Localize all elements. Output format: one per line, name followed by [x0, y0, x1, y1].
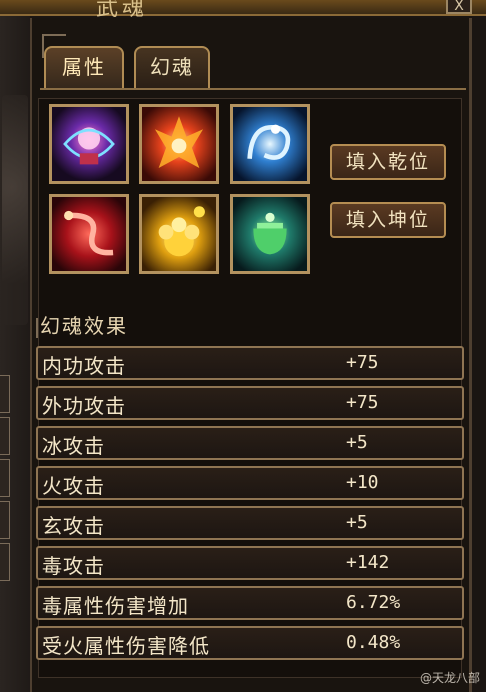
- fill-kun-button[interactable]: 填入坤位: [330, 202, 446, 238]
- hun-slot-5[interactable]: [139, 194, 219, 274]
- side-tab[interactable]: [0, 417, 10, 455]
- effect-name: 玄攻击: [42, 514, 105, 538]
- hun-slot-3[interactable]: [230, 104, 310, 184]
- title-bar: 武魂 X: [0, 0, 486, 21]
- effect-name: 毒属性伤害增加: [42, 594, 189, 618]
- effect-value: +142: [346, 552, 390, 573]
- background-left: [0, 0, 30, 692]
- fill-qian-button[interactable]: 填入乾位: [330, 144, 446, 180]
- flame-crystal-icon: [142, 107, 216, 181]
- effect-name: 冰攻击: [42, 434, 105, 458]
- wuhun-panel: 属性 幻魂 填入乾位 填入坤位 幻魂效果 内功攻击 +75 外功攻击 +75 冰…: [30, 18, 472, 692]
- side-tab[interactable]: [0, 501, 10, 539]
- side-tab[interactable]: [0, 459, 10, 497]
- effect-name: 受火属性伤害降低: [42, 634, 210, 658]
- effects-title: 幻魂效果: [40, 314, 128, 338]
- gem-crest-icon: [52, 107, 126, 181]
- effect-row: 冰攻击 +5: [36, 426, 464, 460]
- effect-row: 火攻击 +10: [36, 466, 464, 500]
- effect-row: 毒攻击 +142: [36, 546, 464, 580]
- effect-name: 外功攻击: [42, 394, 126, 418]
- side-tab[interactable]: [0, 543, 10, 581]
- effect-row: 玄攻击 +5: [36, 506, 464, 540]
- hun-slot-6[interactable]: [230, 194, 310, 274]
- background-ornament: [2, 95, 28, 325]
- effect-value: +10: [346, 472, 379, 493]
- tab-huanhun[interactable]: 幻魂: [134, 46, 210, 88]
- effect-row: 内功攻击 +75: [36, 346, 464, 380]
- tab-divider: [40, 88, 466, 90]
- hun-slot-4[interactable]: [49, 194, 129, 274]
- effect-value: +75: [346, 352, 379, 373]
- effect-value: 0.48%: [346, 632, 401, 653]
- effect-name: 毒攻击: [42, 554, 105, 578]
- close-button[interactable]: X: [446, 0, 472, 14]
- effect-row: 毒属性伤害增加 6.72%: [36, 586, 464, 620]
- effect-value: 6.72%: [346, 592, 401, 613]
- side-tab[interactable]: [0, 375, 10, 413]
- effect-value: +75: [346, 392, 379, 413]
- ice-dragon-icon: [233, 107, 307, 181]
- effect-name: 火攻击: [42, 474, 105, 498]
- effect-row: 外功攻击 +75: [36, 386, 464, 420]
- golden-flower-icon: [142, 197, 216, 271]
- red-serpent-icon: [52, 197, 126, 271]
- side-tab-strip: [0, 375, 10, 585]
- effect-name: 内功攻击: [42, 354, 126, 378]
- tab-attributes[interactable]: 属性: [44, 46, 124, 88]
- effect-row: 受火属性伤害降低 0.48%: [36, 626, 464, 660]
- hun-slot-1[interactable]: [49, 104, 129, 184]
- effect-value: +5: [346, 432, 368, 453]
- hun-slot-2[interactable]: [139, 104, 219, 184]
- effect-value: +5: [346, 512, 368, 533]
- jade-cauldron-icon: [233, 197, 307, 271]
- effects-list: 内功攻击 +75 外功攻击 +75 冰攻击 +5 火攻击 +10 玄攻击 +5 …: [36, 346, 464, 666]
- watermark: @天龙八部: [419, 671, 480, 685]
